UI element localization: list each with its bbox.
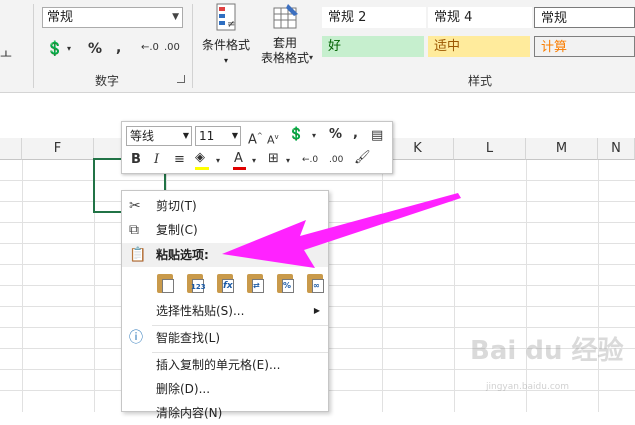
watermark: Bai du 经验: [470, 336, 624, 366]
watermark-url: jingyan.baidu.com: [486, 382, 570, 392]
